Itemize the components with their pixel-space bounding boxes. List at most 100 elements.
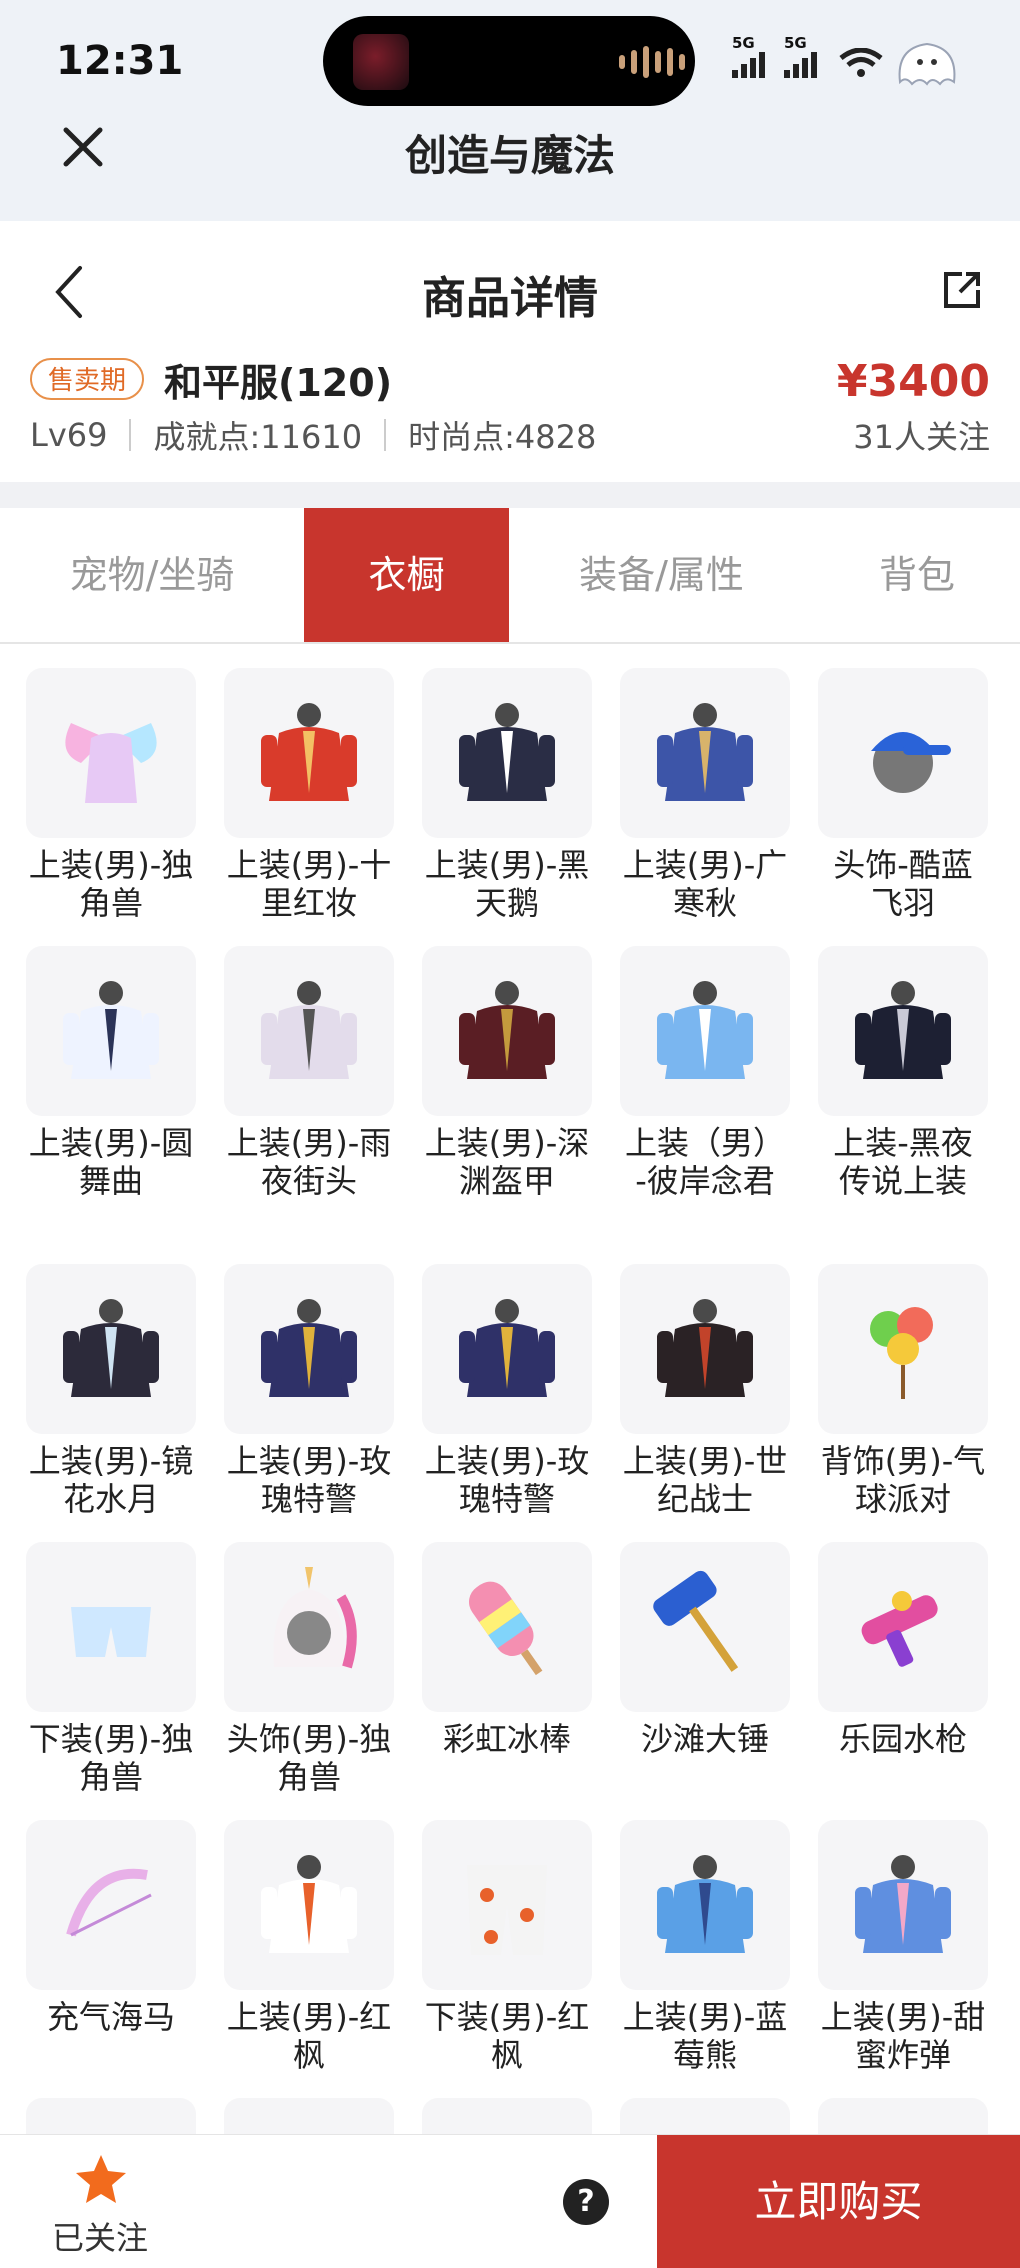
wardrobe-item[interactable]: 头饰(男)-独角兽 bbox=[210, 1542, 408, 1796]
rose-police-uniform-icon bbox=[224, 1264, 394, 1434]
wardrobe-item-name: 上装(男)-广寒秋 bbox=[622, 846, 788, 922]
wardrobe-item-name: 上装(男)-甜蜜炸弹 bbox=[820, 1998, 986, 2074]
network-label: 5G bbox=[732, 34, 755, 52]
follow-button[interactable]: 已关注 bbox=[40, 2145, 160, 2260]
mascot-icon bbox=[898, 42, 956, 86]
wardrobe-item-name: 上装-黑夜传说上装 bbox=[833, 1124, 973, 1200]
price: ¥3400 bbox=[836, 356, 990, 407]
item-thumbnail bbox=[422, 2098, 592, 2134]
wardrobe-item[interactable]: 上装(男)-广寒秋 bbox=[606, 668, 804, 922]
balloon-party-back-icon bbox=[818, 1264, 988, 1434]
audio-wave-icon bbox=[619, 46, 685, 78]
fashion-points: 时尚点:4828 bbox=[408, 418, 597, 456]
wardrobe-item[interactable]: 彩虹冰棒 bbox=[408, 1542, 606, 1758]
tab-backpack[interactable]: 背包 bbox=[814, 508, 1020, 642]
wardrobe-item-name: 上装(男)-独角兽 bbox=[28, 846, 194, 922]
wardrobe-item[interactable]: 乐园水枪 bbox=[804, 1542, 1002, 1758]
wardrobe-item-partial[interactable] bbox=[210, 2098, 408, 2134]
wardrobe-item[interactable]: 上装(男)-雨夜街头 bbox=[210, 946, 408, 1200]
follow-label: 已关注 bbox=[51, 2219, 148, 2257]
wardrobe-item[interactable]: 上装(男)-蓝莓熊 bbox=[606, 1820, 804, 2074]
wardrobe-item[interactable]: 上装(男)-圆舞曲 bbox=[12, 946, 210, 1200]
dynamic-island[interactable] bbox=[323, 16, 695, 106]
wardrobe-item[interactable]: 上装（男）-彼岸念君 bbox=[606, 946, 804, 1200]
wardrobe-item-name: 上装(男)-深渊盔甲 bbox=[424, 1124, 590, 1200]
unicorn-wing-outfit-icon bbox=[26, 668, 196, 838]
status-time: 12:31 bbox=[56, 38, 184, 84]
wardrobe-item[interactable]: 上装-黑夜传说上装 bbox=[804, 946, 1002, 1200]
wardrobe-item-partial[interactable] bbox=[12, 2098, 210, 2134]
wardrobe-item-name: 上装(男)-蓝莓熊 bbox=[622, 1998, 788, 2074]
page-title: 商品详情 bbox=[422, 273, 598, 324]
street-jacket-icon bbox=[224, 946, 394, 1116]
wardrobe-item[interactable]: 上装(男)-十里红妆 bbox=[210, 668, 408, 922]
mirror-flower-coat-icon bbox=[26, 1264, 196, 1434]
red-maple-coat-icon bbox=[224, 1820, 394, 1990]
share-icon[interactable] bbox=[940, 268, 984, 312]
wardrobe-item[interactable]: 沙滩大锤 bbox=[606, 1542, 804, 1758]
role-stats: Lv69 成就点:11610 时尚点:4828 bbox=[30, 412, 596, 458]
wardrobe-item[interactable]: 上装(男)-镜花水月 bbox=[12, 1264, 210, 1518]
wardrobe-item[interactable]: 充气海马 bbox=[12, 1820, 210, 2036]
wardrobe-item-name: 上装(男)-黑天鹅 bbox=[424, 846, 590, 922]
wardrobe-item-name: 头饰(男)-独角兽 bbox=[226, 1720, 392, 1796]
unicorn-hood-icon bbox=[224, 1542, 394, 1712]
wardrobe-item-name: 下装(男)-红枫 bbox=[424, 1998, 590, 2074]
rainbow-popsicle-icon bbox=[422, 1542, 592, 1712]
achievement-points: 成就点:11610 bbox=[153, 418, 363, 456]
tab-wardrobe[interactable]: 衣橱 bbox=[304, 508, 509, 642]
red-maple-pants-icon bbox=[422, 1820, 592, 1990]
wardrobe-item-name: 上装(男)-世纪战士 bbox=[622, 1442, 788, 1518]
divider bbox=[384, 419, 387, 451]
wardrobe-item[interactable]: 背饰(男)-气球派对 bbox=[804, 1264, 1002, 1518]
tab-equipment[interactable]: 装备/属性 bbox=[509, 508, 814, 642]
rose-police-uniform-icon bbox=[422, 1264, 592, 1434]
wardrobe-item-name: 下装(男)-独角兽 bbox=[28, 1720, 194, 1796]
bottom-action-bar: 已关注 ? 立即购买 bbox=[0, 2134, 1020, 2268]
item-thumbnail bbox=[818, 2098, 988, 2134]
wardrobe-item-name: 上装(男)-圆舞曲 bbox=[28, 1124, 194, 1200]
wardrobe-item-partial[interactable] bbox=[408, 2098, 606, 2134]
wardrobe-item[interactable]: 下装(男)-红枫 bbox=[408, 1820, 606, 2074]
level: Lv69 bbox=[30, 416, 108, 454]
blueberry-bear-coat-icon bbox=[620, 1820, 790, 1990]
wardrobe-item-name: 背饰(男)-气球派对 bbox=[820, 1442, 986, 1518]
item-thumbnail bbox=[620, 2098, 790, 2134]
item-thumbnail bbox=[26, 2098, 196, 2134]
wardrobe-item-name: 乐园水枪 bbox=[838, 1720, 967, 1758]
wardrobe-item[interactable]: 上装(男)-黑天鹅 bbox=[408, 668, 606, 922]
divider bbox=[129, 419, 132, 451]
unicorn-pants-icon bbox=[26, 1542, 196, 1712]
wardrobe-item-name: 上装(男)-镜花水月 bbox=[28, 1442, 194, 1518]
wardrobe-item[interactable]: 下装(男)-独角兽 bbox=[12, 1542, 210, 1796]
wardrobe-item-partial[interactable] bbox=[606, 2098, 804, 2134]
tab-pets-mounts[interactable]: 宠物/坐骑 bbox=[0, 508, 304, 642]
wardrobe-item[interactable]: 上装(男)-深渊盔甲 bbox=[408, 946, 606, 1200]
wardrobe-item[interactable]: 上装(男)-世纪战士 bbox=[606, 1264, 804, 1518]
red-robe-outfit-icon bbox=[224, 668, 394, 838]
wardrobe-item-name: 上装(男)-玫瑰特警 bbox=[226, 1442, 392, 1518]
wardrobe-item[interactable]: 上装(男)-独角兽 bbox=[12, 668, 210, 922]
wardrobe-item[interactable]: 上装(男)-甜蜜炸弹 bbox=[804, 1820, 1002, 2074]
wardrobe-item[interactable]: 上装(男)-玫瑰特警 bbox=[408, 1264, 606, 1518]
buy-now-button[interactable]: 立即购买 bbox=[657, 2135, 1020, 2268]
help-icon[interactable]: ? bbox=[563, 2179, 609, 2225]
wardrobe-item-name: 充气海马 bbox=[46, 1998, 175, 2036]
wardrobe-item-name: 上装(男)-玫瑰特警 bbox=[424, 1442, 590, 1518]
wardrobe-item-name: 上装(男)-十里红妆 bbox=[226, 846, 392, 922]
waltz-suit-icon bbox=[26, 946, 196, 1116]
section-divider bbox=[0, 482, 1020, 508]
wardrobe-item-partial[interactable] bbox=[804, 2098, 1002, 2134]
wardrobe-item-name: 上装(男)-雨夜街头 bbox=[226, 1124, 392, 1200]
wardrobe-item[interactable]: 上装(男)-玫瑰特警 bbox=[210, 1264, 408, 1518]
wifi-icon bbox=[839, 48, 883, 77]
wardrobe-item-name: 沙滩大锤 bbox=[640, 1720, 769, 1758]
cell-signal-icon: 5G bbox=[784, 34, 817, 78]
blue-cap-headwear-icon bbox=[818, 668, 988, 838]
wardrobe-item[interactable]: 上装(男)-红枫 bbox=[210, 1820, 408, 2074]
wardrobe-item-name: 头饰-酷蓝飞羽 bbox=[833, 846, 973, 922]
sale-period-badge: 售卖期 bbox=[30, 358, 145, 400]
beach-hammer-icon bbox=[620, 1542, 790, 1712]
tab-bar: 宠物/坐骑 衣橱 装备/属性 背包 bbox=[0, 508, 1020, 644]
wardrobe-item[interactable]: 头饰-酷蓝飞羽 bbox=[804, 668, 1002, 922]
